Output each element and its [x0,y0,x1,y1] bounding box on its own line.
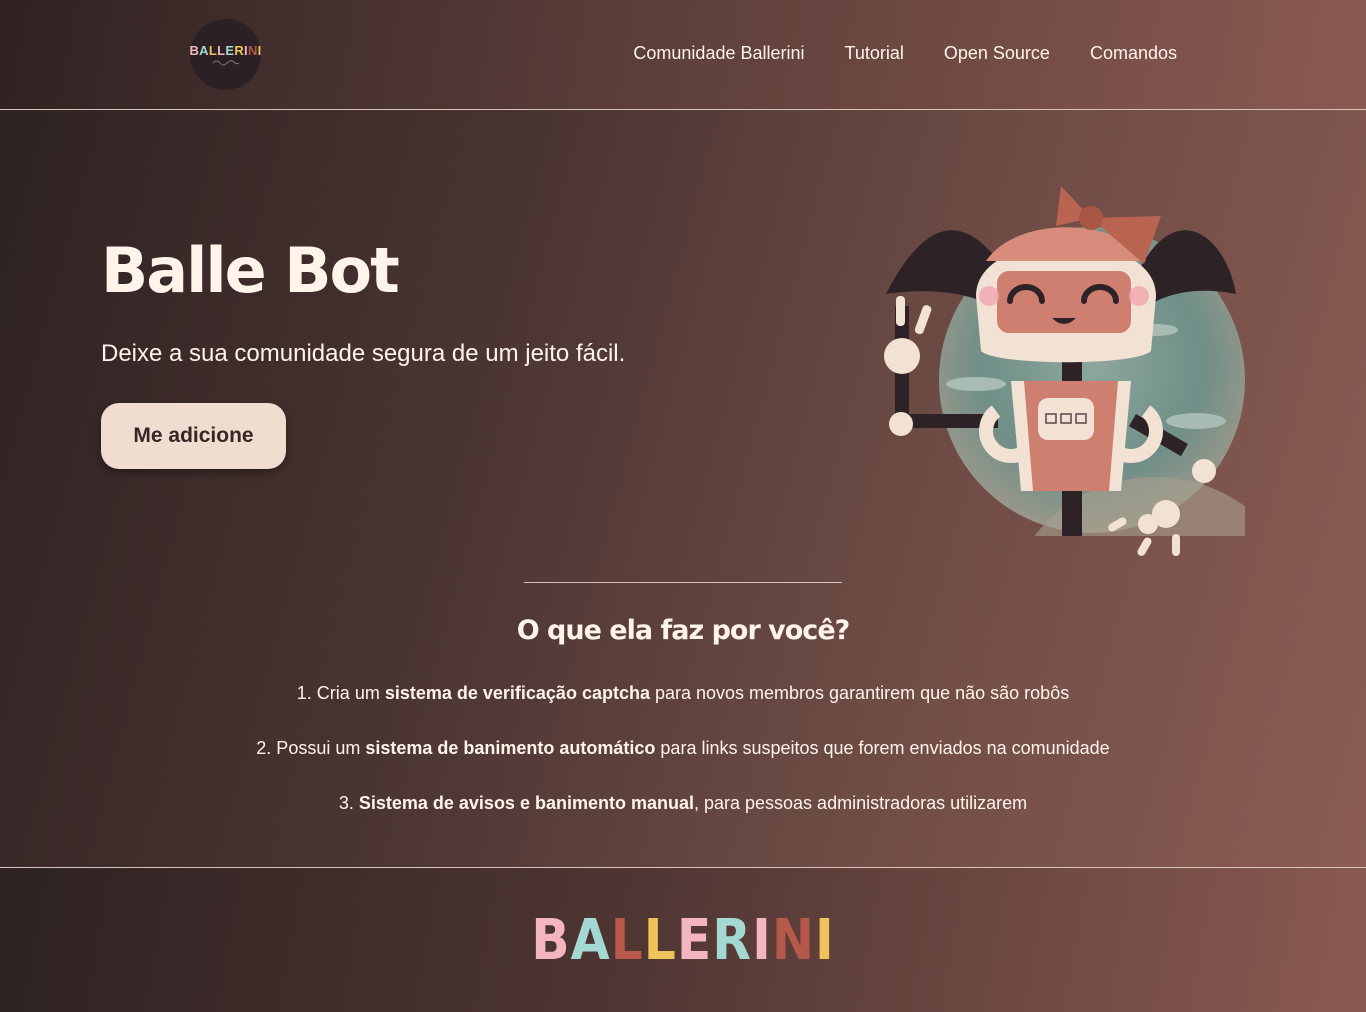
nav-link-open-source[interactable]: Open Source [944,43,1050,64]
brand-letter: L [643,908,677,973]
brand-letter: I [815,908,835,973]
nav-link-comunidade-ballerini[interactable]: Comunidade Ballerini [633,43,804,64]
brand-letter: B [531,908,571,973]
brand-letter: I [752,908,772,973]
logo-text: BALLERINI [189,43,262,58]
page: BALLERINI Comunidade Ballerini Tutorial … [0,0,1366,1012]
logo-squiggle-icon [212,60,239,66]
hero-subtitle: Deixe a sua comunidade segura de um jeit… [101,340,626,367]
top-nav-bar: BALLERINI Comunidade Ballerini Tutorial … [0,0,1366,110]
nav-link-comandos[interactable]: Comandos [1090,43,1177,64]
footer-brand-wordmark: BALLERINI [0,908,1366,973]
feature-bold: sistema de verificação captcha [384,683,650,703]
feature-item: 3. Sistema de avisos e banimento manual,… [0,793,1366,848]
brand-letter: A [570,908,611,973]
nav-link-tutorial[interactable]: Tutorial [845,43,904,64]
brand-letter: E [676,908,713,973]
main-nav: Comunidade Ballerini Tutorial Open Sourc… [633,43,1177,64]
feature-bold: Sistema de avisos e banimento manual [358,793,694,813]
feature-prefix: 2. Possui um [256,738,366,758]
brand-letter: R [712,908,753,973]
feature-item: 2. Possui um sistema de banimento automá… [0,738,1366,793]
features-title: O que ela faz por você? [516,615,851,646]
features-list: 1. Cria um sistema de verificação captch… [0,683,1366,848]
feature-suffix: para links suspeitos que forem enviados … [655,738,1110,758]
feature-suffix: para novos membros garantirem que não sã… [649,683,1070,703]
feature-prefix: 3. [338,793,359,813]
hero-section: Balle Bot Deixe a sua comunidade segura … [0,110,1366,868]
add-bot-button[interactable]: Me adicione [101,403,286,469]
feature-item: 1. Cria um sistema de verificação captch… [0,683,1366,738]
feature-bold: sistema de banimento automático [365,738,656,758]
feature-prefix: 1. Cria um [296,683,385,703]
brand-letter: L [610,908,644,973]
section-divider [524,582,842,583]
robot-mascot-illustration [884,186,1245,556]
brand-letter: N [771,908,816,973]
page-title: Balle Bot [101,234,400,307]
footer: BALLERINI [0,868,1366,1012]
ballerini-logo-icon[interactable]: BALLERINI [189,19,262,90]
feature-suffix: , para pessoas administradoras utilizare… [693,793,1028,813]
